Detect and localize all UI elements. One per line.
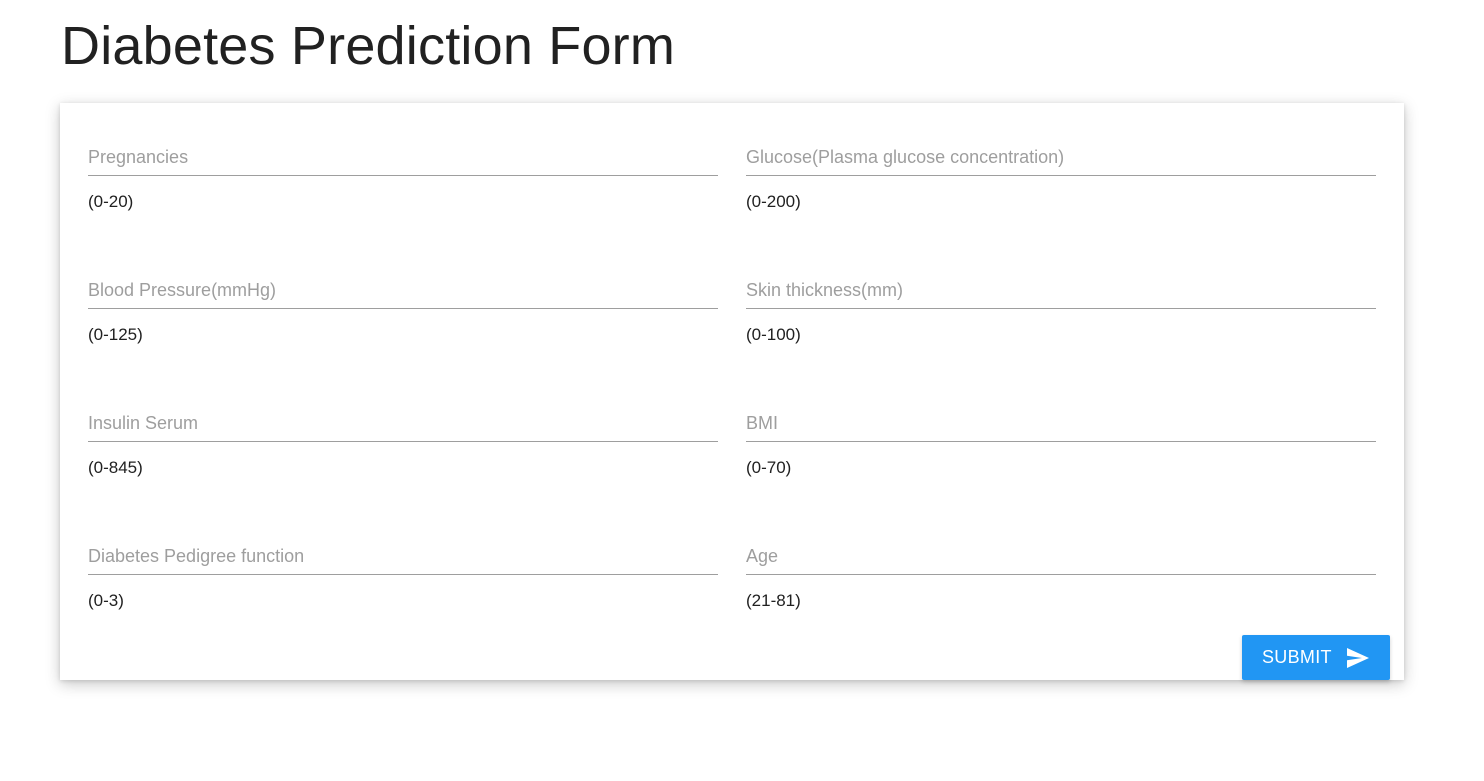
age-input[interactable]	[746, 539, 1376, 575]
page-title: Diabetes Prediction Form	[61, 16, 676, 76]
bmi-range-hint: (0-70)	[746, 458, 792, 477]
insulin-serum-input[interactable]	[88, 406, 718, 442]
insulin-serum-field: (0-845)	[88, 377, 718, 477]
pregnancies-input[interactable]	[88, 140, 718, 176]
age-range-hint: (21-81)	[746, 591, 801, 610]
skin-thickness-input[interactable]	[746, 273, 1376, 309]
pedigree-function-range-hint: (0-3)	[88, 591, 124, 610]
bmi-input[interactable]	[746, 406, 1376, 442]
bmi-field: (0-70)	[746, 377, 1376, 477]
age-field: (21-81)	[746, 510, 1376, 610]
send-icon	[1346, 647, 1370, 669]
pregnancies-range-hint: (0-20)	[88, 192, 134, 211]
blood-pressure-range-hint: (0-125)	[88, 325, 143, 344]
pedigree-function-field: (0-3)	[88, 510, 718, 610]
pregnancies-field: (0-20)	[88, 111, 718, 211]
glucose-field: (0-200)	[746, 111, 1376, 211]
blood-pressure-field: (0-125)	[88, 244, 718, 344]
submit-button-label: SUBMIT	[1262, 647, 1332, 667]
glucose-range-hint: (0-200)	[746, 192, 801, 211]
glucose-input[interactable]	[746, 140, 1376, 176]
skin-thickness-range-hint: (0-100)	[746, 325, 801, 344]
pedigree-function-input[interactable]	[88, 539, 718, 575]
prediction-form-card: (0-20) (0-200) (0-125) (0-100) (0-845) (…	[60, 103, 1404, 680]
submit-button[interactable]: SUBMIT	[1242, 635, 1390, 680]
blood-pressure-input[interactable]	[88, 273, 718, 309]
skin-thickness-field: (0-100)	[746, 244, 1376, 344]
insulin-serum-range-hint: (0-845)	[88, 458, 143, 477]
